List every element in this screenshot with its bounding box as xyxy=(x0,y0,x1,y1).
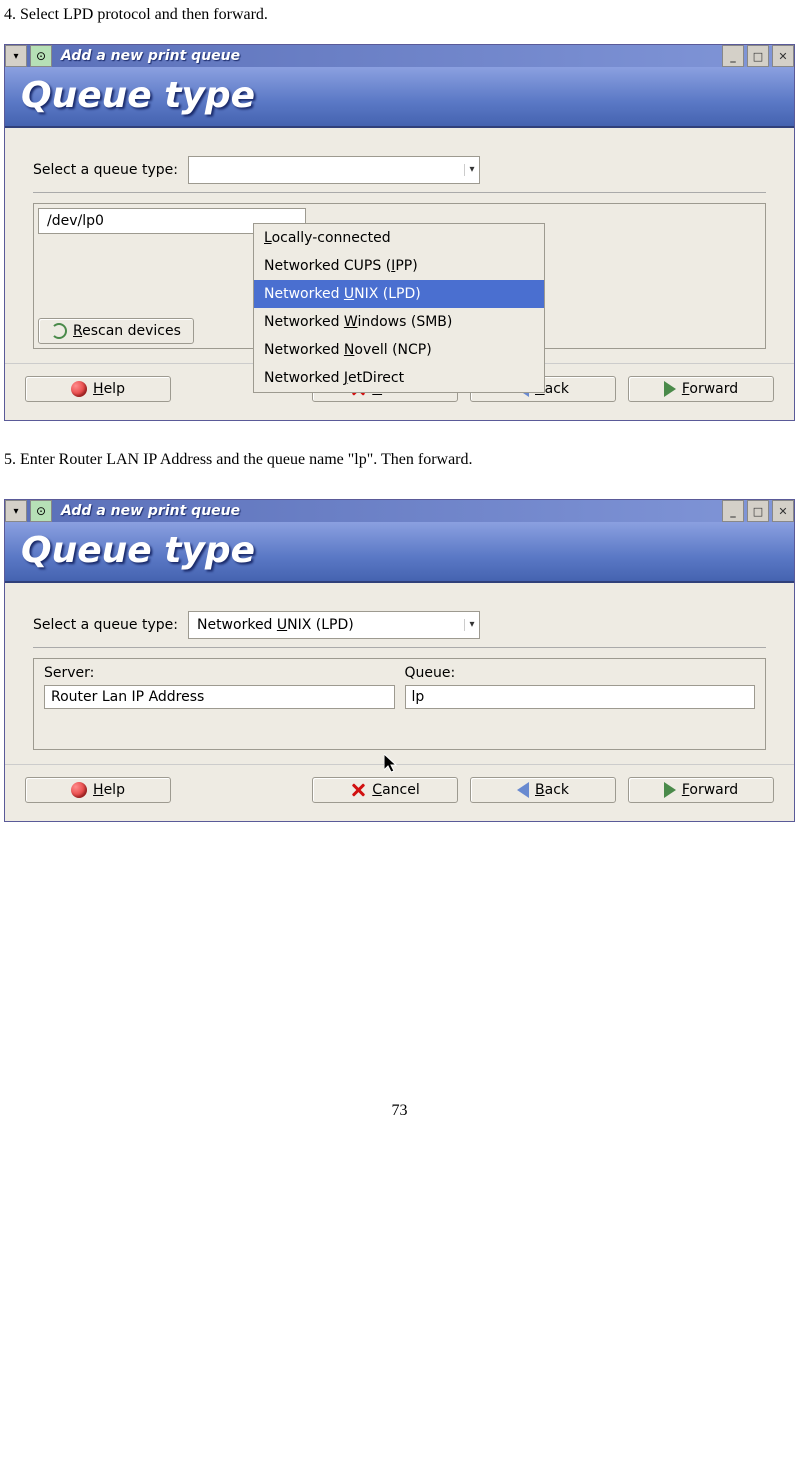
cancel-button[interactable]: Cancel xyxy=(312,777,458,803)
chevron-down-icon[interactable]: ▾ xyxy=(464,619,479,631)
queue-type-option[interactable]: Networked CUPS (IPP) xyxy=(254,252,544,280)
server-input[interactable] xyxy=(44,685,395,709)
back-button[interactable]: Back xyxy=(470,777,616,803)
minimize-button[interactable]: _ xyxy=(722,500,744,522)
help-button[interactable]: Help xyxy=(25,777,171,803)
dialog-add-print-queue-2: ▾ ⊙ Add a new print queue _ □ ✕ Queue ty… xyxy=(4,499,795,822)
cancel-label: Cancel xyxy=(372,782,419,798)
help-button[interactable]: Help xyxy=(25,376,171,402)
server-label: Server: xyxy=(44,665,395,681)
forward-icon xyxy=(664,381,676,397)
separator xyxy=(33,647,766,648)
help-icon xyxy=(71,381,87,397)
chevron-down-icon[interactable]: ▾ xyxy=(464,164,479,176)
help-label: Help xyxy=(93,782,125,798)
queue-type-combo[interactable]: ▾ xyxy=(188,156,480,184)
dialog-add-print-queue-1: ▾ ⊙ Add a new print queue _ □ ✕ Queue ty… xyxy=(4,44,795,421)
queue-type-option[interactable]: Networked UNIX (LPD) xyxy=(254,280,544,308)
maximize-button[interactable]: □ xyxy=(747,45,769,67)
forward-label: Forward xyxy=(682,782,738,798)
queue-type-dropdown[interactable]: Locally-connectedNetworked CUPS (IPP)Net… xyxy=(253,223,545,393)
queue-input[interactable] xyxy=(405,685,756,709)
cancel-icon xyxy=(350,782,366,798)
queue-type-combo[interactable]: Networked UNIX (LPD) ▾ xyxy=(188,611,480,639)
queue-type-option[interactable]: Networked JetDirect xyxy=(254,364,544,392)
close-button[interactable]: ✕ xyxy=(772,45,794,67)
rescan-devices-button[interactable]: Rescan devices xyxy=(38,318,194,344)
page-title: Queue type xyxy=(5,67,794,128)
pin-button[interactable]: ⊙ xyxy=(30,500,52,522)
step-5-text: 5. Enter Router LAN IP Address and the q… xyxy=(4,451,799,469)
help-icon xyxy=(71,782,87,798)
queue-type-option[interactable]: Networked Windows (SMB) xyxy=(254,308,544,336)
window-title: Add a new print queue xyxy=(55,45,719,67)
forward-label: Forward xyxy=(682,381,738,397)
queue-type-label: Select a queue type: xyxy=(33,617,178,633)
maximize-button[interactable]: □ xyxy=(747,500,769,522)
queue-type-option[interactable]: Locally-connected xyxy=(254,224,544,252)
titlebar[interactable]: ▾ ⊙ Add a new print queue _ □ ✕ xyxy=(5,500,794,522)
window-menu-button[interactable]: ▾ xyxy=(5,45,27,67)
back-icon xyxy=(517,782,529,798)
forward-button[interactable]: Forward xyxy=(628,376,774,402)
queue-type-option[interactable]: Networked Novell (NCP) xyxy=(254,336,544,364)
back-label: Back xyxy=(535,782,569,798)
minimize-button[interactable]: _ xyxy=(722,45,744,67)
server-queue-panel: Server: Queue: xyxy=(33,658,766,750)
page-number: 73 xyxy=(0,1102,799,1120)
combo-text: Networked UNIX (LPD) xyxy=(189,617,464,633)
rescan-label: Rescan devices xyxy=(73,323,181,339)
pin-button[interactable]: ⊙ xyxy=(30,45,52,67)
window-title: Add a new print queue xyxy=(55,500,719,522)
titlebar[interactable]: ▾ ⊙ Add a new print queue _ □ ✕ xyxy=(5,45,794,67)
step-4-text: 4. Select LPD protocol and then forward. xyxy=(4,6,799,24)
queue-label: Queue: xyxy=(405,665,756,681)
page-title: Queue type xyxy=(5,522,794,583)
forward-button[interactable]: Forward xyxy=(628,777,774,803)
window-menu-button[interactable]: ▾ xyxy=(5,500,27,522)
separator xyxy=(33,192,766,193)
forward-icon xyxy=(664,782,676,798)
refresh-icon xyxy=(51,323,67,339)
queue-type-label: Select a queue type: xyxy=(33,162,178,178)
close-button[interactable]: ✕ xyxy=(772,500,794,522)
help-label: Help xyxy=(93,381,125,397)
